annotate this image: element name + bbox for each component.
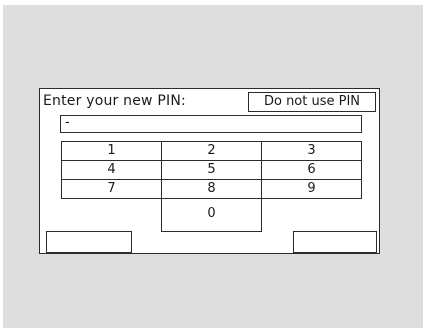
keypad-key-6[interactable]: 6 xyxy=(261,160,362,180)
keypad-key-8[interactable]: 8 xyxy=(161,179,262,199)
keypad-key-9[interactable]: 9 xyxy=(261,179,362,199)
keypad-key-1[interactable]: 1 xyxy=(61,141,162,161)
left-soft-button[interactable] xyxy=(46,231,132,253)
keypad-key-7[interactable]: 7 xyxy=(61,179,162,199)
screen-background: Enter your new PIN: Do not use PIN - 1 2… xyxy=(3,5,423,328)
pin-input-field[interactable]: - xyxy=(60,115,362,133)
keypad-key-5[interactable]: 5 xyxy=(161,160,262,180)
pin-dialog: Enter your new PIN: Do not use PIN - 1 2… xyxy=(39,88,380,254)
do-not-use-pin-button[interactable]: Do not use PIN xyxy=(248,92,376,112)
keypad-key-0[interactable]: 0 xyxy=(161,198,262,232)
keypad-key-3[interactable]: 3 xyxy=(261,141,362,161)
keypad-key-4[interactable]: 4 xyxy=(61,160,162,180)
pin-prompt-label: Enter your new PIN: xyxy=(43,93,186,109)
right-soft-button[interactable] xyxy=(293,231,377,253)
keypad-key-2[interactable]: 2 xyxy=(161,141,262,161)
